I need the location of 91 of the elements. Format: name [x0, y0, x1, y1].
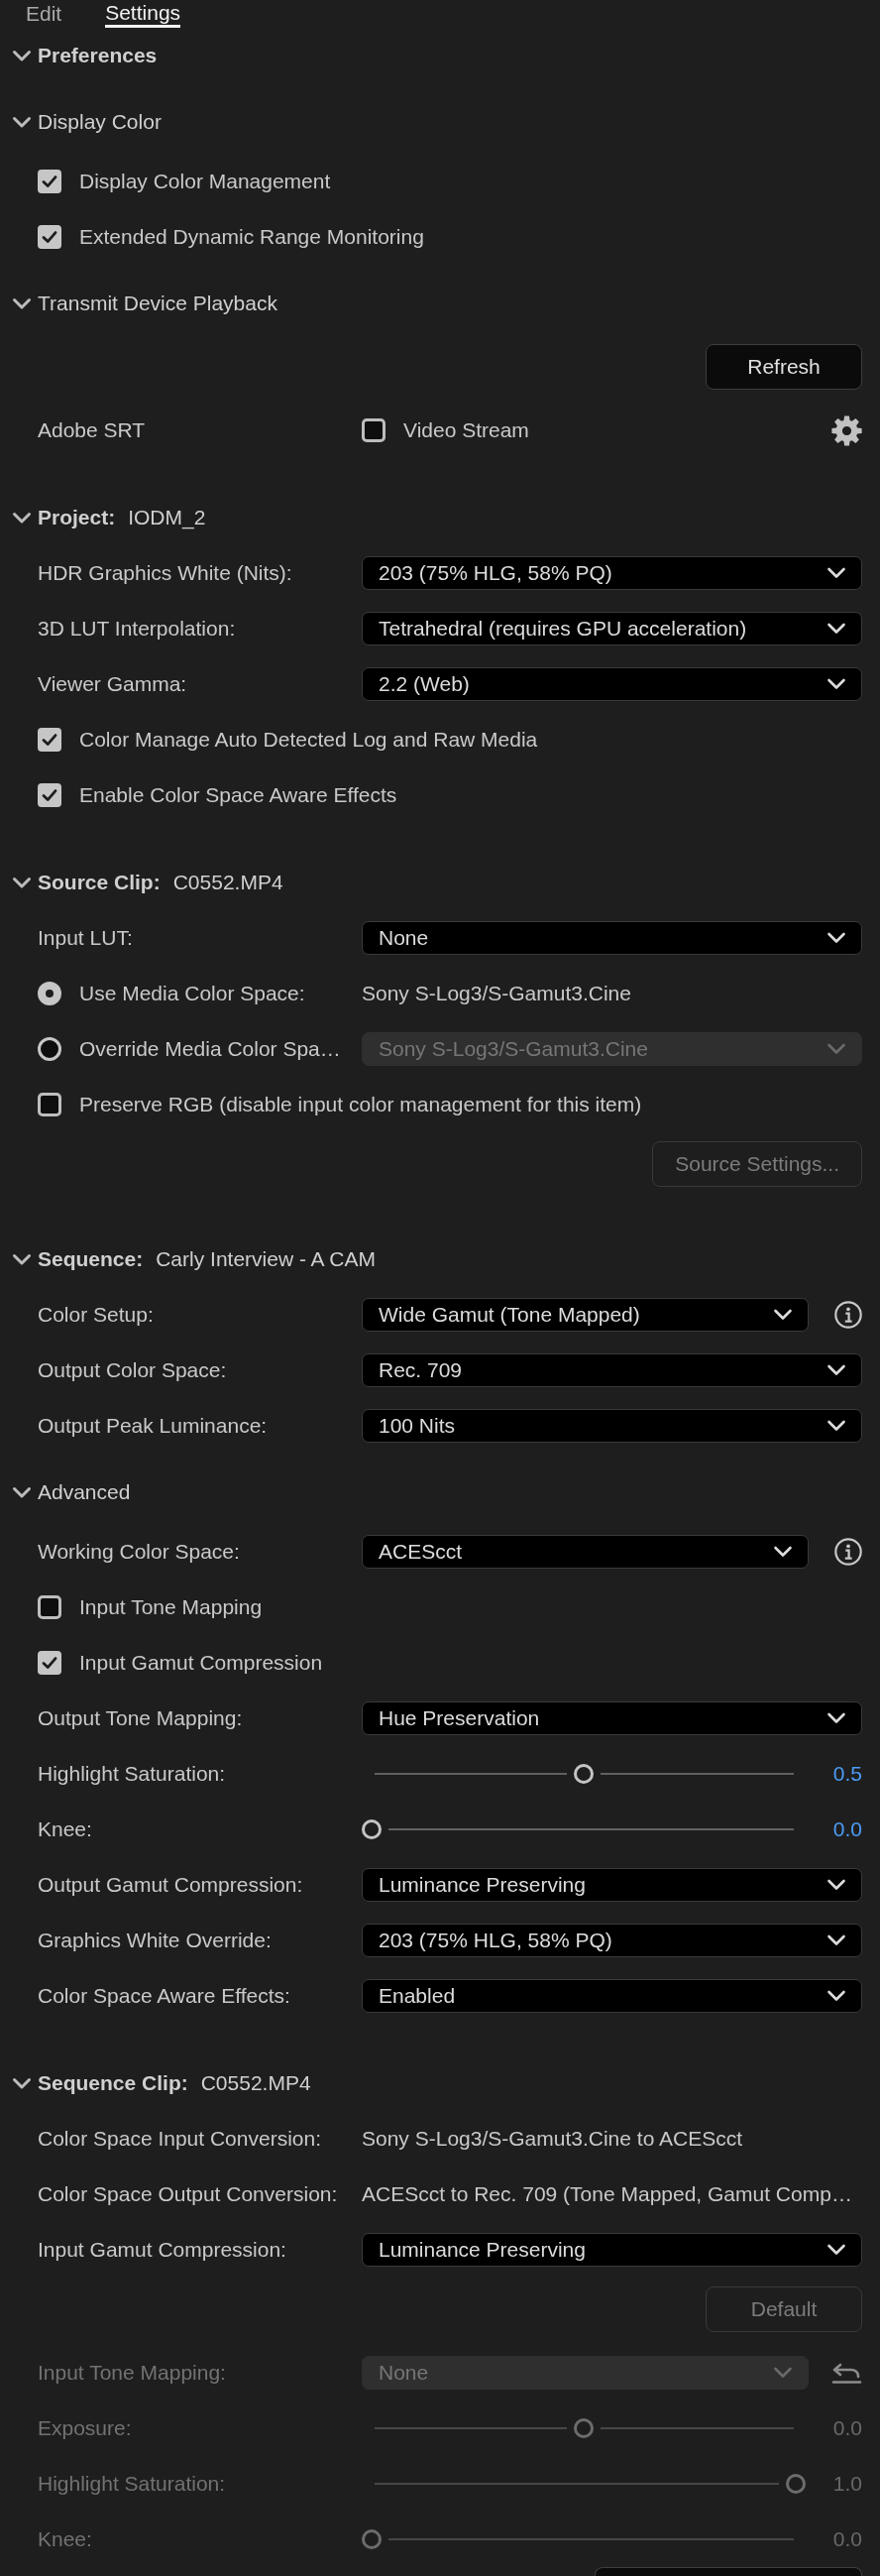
field-label: Output Peak Luminance: — [38, 1414, 269, 1438]
checkbox-label: Extended Dynamic Range Monitoring — [79, 225, 424, 249]
dropdown[interactable]: Enabled — [362, 1979, 862, 2013]
slider-value: 1.0 — [831, 2472, 862, 2496]
dropdown[interactable]: Luminance Preserving — [362, 2233, 862, 2267]
field-label: Output Tone Mapping: — [38, 1706, 244, 1730]
field-label: 3D LUT Interpolation: — [38, 617, 237, 641]
radio-label: Use Media Color Space: — [79, 982, 306, 1005]
field-value: Sony S-Log3/S-Gamut3.Cine — [362, 982, 631, 1005]
dropdown[interactable]: ACEScct — [362, 1535, 809, 1569]
info-icon[interactable] — [834, 1538, 862, 1566]
slider-value: 0.5 — [831, 1762, 862, 1786]
field-label: Color Space Output Conversion: — [38, 2182, 339, 2206]
dropdown[interactable]: 203 (75% HLG, 58% PQ) — [362, 556, 862, 590]
field-label: Knee: — [38, 2527, 93, 2551]
tab[interactable]: Edit — [26, 0, 62, 28]
field-label: Knee: — [38, 1817, 93, 1841]
field-label: Viewer Gamma: — [38, 672, 188, 696]
dropdown[interactable]: Wide Gamut (Tone Mapped) — [362, 1298, 809, 1332]
field-value: Sony S-Log3/S-Gamut3.Cine to ACEScct — [362, 2127, 743, 2151]
group-title: Transmit Device Playback — [38, 292, 277, 315]
checkbox[interactable] — [38, 728, 61, 752]
field-label: Input Gamut Compression: — [38, 2238, 287, 2262]
field-value: ACEScct to Rec. 709 (Tone Mapped, Gamut Comp… — [362, 2182, 852, 2206]
field-label: Input Tone Mapping: — [38, 2361, 227, 2385]
slider-value: 0.0 — [831, 1817, 862, 1841]
field-label: Output Gamut Compression: — [38, 1873, 304, 1897]
dropdown[interactable]: 2.2 (Web) — [362, 667, 862, 701]
field-label: Input LUT: — [38, 926, 134, 950]
field-label: Output Color Space: — [38, 1358, 228, 1382]
chevron-down-icon[interactable] — [12, 115, 32, 129]
chevron-down-icon[interactable] — [12, 876, 32, 889]
radio-button[interactable] — [38, 982, 61, 1005]
group-title: Advanced — [38, 1480, 131, 1504]
dropdown[interactable]: Rec. 709 — [362, 1353, 862, 1387]
slider-thumb[interactable] — [362, 1819, 382, 1839]
chevron-down-icon[interactable] — [12, 511, 32, 525]
dropdown[interactable]: Luminance Preserving — [362, 1868, 862, 1902]
button[interactable]: Refresh — [706, 344, 862, 390]
field-label: Graphics White Override: — [38, 1929, 273, 1952]
checkbox-label: Video Stream — [403, 418, 530, 442]
checkbox-label: Preserve RGB (disable input color management for this item) — [79, 1093, 642, 1116]
chevron-down-icon[interactable] — [12, 1252, 32, 1266]
field-label: Exposure: — [38, 2416, 133, 2440]
checkbox[interactable] — [38, 1093, 61, 1116]
checkbox[interactable] — [38, 170, 61, 193]
slider-value: 0.0 — [831, 2527, 862, 2551]
section-title: Sequence Clip: — [38, 2071, 188, 2095]
tab[interactable]: Settings — [105, 0, 181, 28]
section-title: Source Clip: — [38, 871, 161, 894]
gear-icon[interactable] — [831, 414, 862, 446]
field-label: Adobe SRT — [38, 418, 147, 442]
dropdown[interactable]: None — [362, 921, 862, 955]
radio-label: Override Media Color Spa… — [79, 1037, 342, 1061]
field-label: Highlight Saturation: — [38, 1762, 227, 1786]
checkbox[interactable] — [38, 1651, 61, 1675]
field-label: Highlight Saturation: — [38, 2472, 227, 2496]
slider-thumb[interactable] — [574, 1764, 594, 1784]
checkbox-label: Input Gamut Compression — [79, 1651, 323, 1675]
checkbox[interactable] — [38, 783, 61, 807]
dropdown[interactable]: Tetrahedral (requires GPU acceleration) — [362, 612, 862, 645]
dropdown[interactable]: 203 (75% HLG, 58% PQ) — [362, 1924, 862, 1957]
field-label: Color Space Input Conversion: — [38, 2127, 322, 2151]
checkbox-label: Display Color Management — [79, 170, 331, 193]
section-title: Preferences — [38, 44, 158, 67]
section-title: Project: — [38, 506, 116, 529]
field-label: Color Space Aware Effects: — [38, 1984, 291, 2008]
chevron-down-icon[interactable] — [12, 2076, 32, 2090]
section-value: IODM_2 — [128, 506, 206, 529]
checkbox-label: Input Tone Mapping — [79, 1595, 263, 1619]
checkbox-label: Enable Color Space Aware Effects — [79, 783, 397, 807]
section-title: Sequence: — [38, 1247, 144, 1271]
group-title: Display Color — [38, 110, 162, 134]
radio-button[interactable] — [38, 1037, 61, 1061]
field-label: Color Setup: — [38, 1303, 155, 1327]
field-label: HDR Graphics White (Nits): — [38, 561, 293, 585]
info-icon[interactable] — [834, 1301, 862, 1329]
section-value: C0552.MP4 — [200, 2071, 311, 2095]
section-value: Carly Interview - A CAM — [156, 1247, 376, 1271]
chevron-down-icon[interactable] — [12, 296, 32, 310]
field-label: Working Color Space: — [38, 1540, 241, 1564]
dropdown[interactable]: Hue Preservation — [362, 1701, 862, 1735]
checkbox[interactable] — [38, 1595, 61, 1619]
chevron-down-icon[interactable] — [12, 49, 32, 62]
checkbox[interactable] — [362, 418, 385, 442]
chevron-down-icon[interactable] — [12, 1485, 32, 1499]
checkbox-label: Color Manage Auto Detected Log and Raw Media — [79, 728, 538, 752]
slider-value: 0.0 — [831, 2416, 862, 2440]
section-value: C0552.MP4 — [172, 871, 283, 894]
checkbox[interactable] — [38, 225, 61, 249]
dropdown[interactable]: 100 Nits — [362, 1409, 862, 1443]
